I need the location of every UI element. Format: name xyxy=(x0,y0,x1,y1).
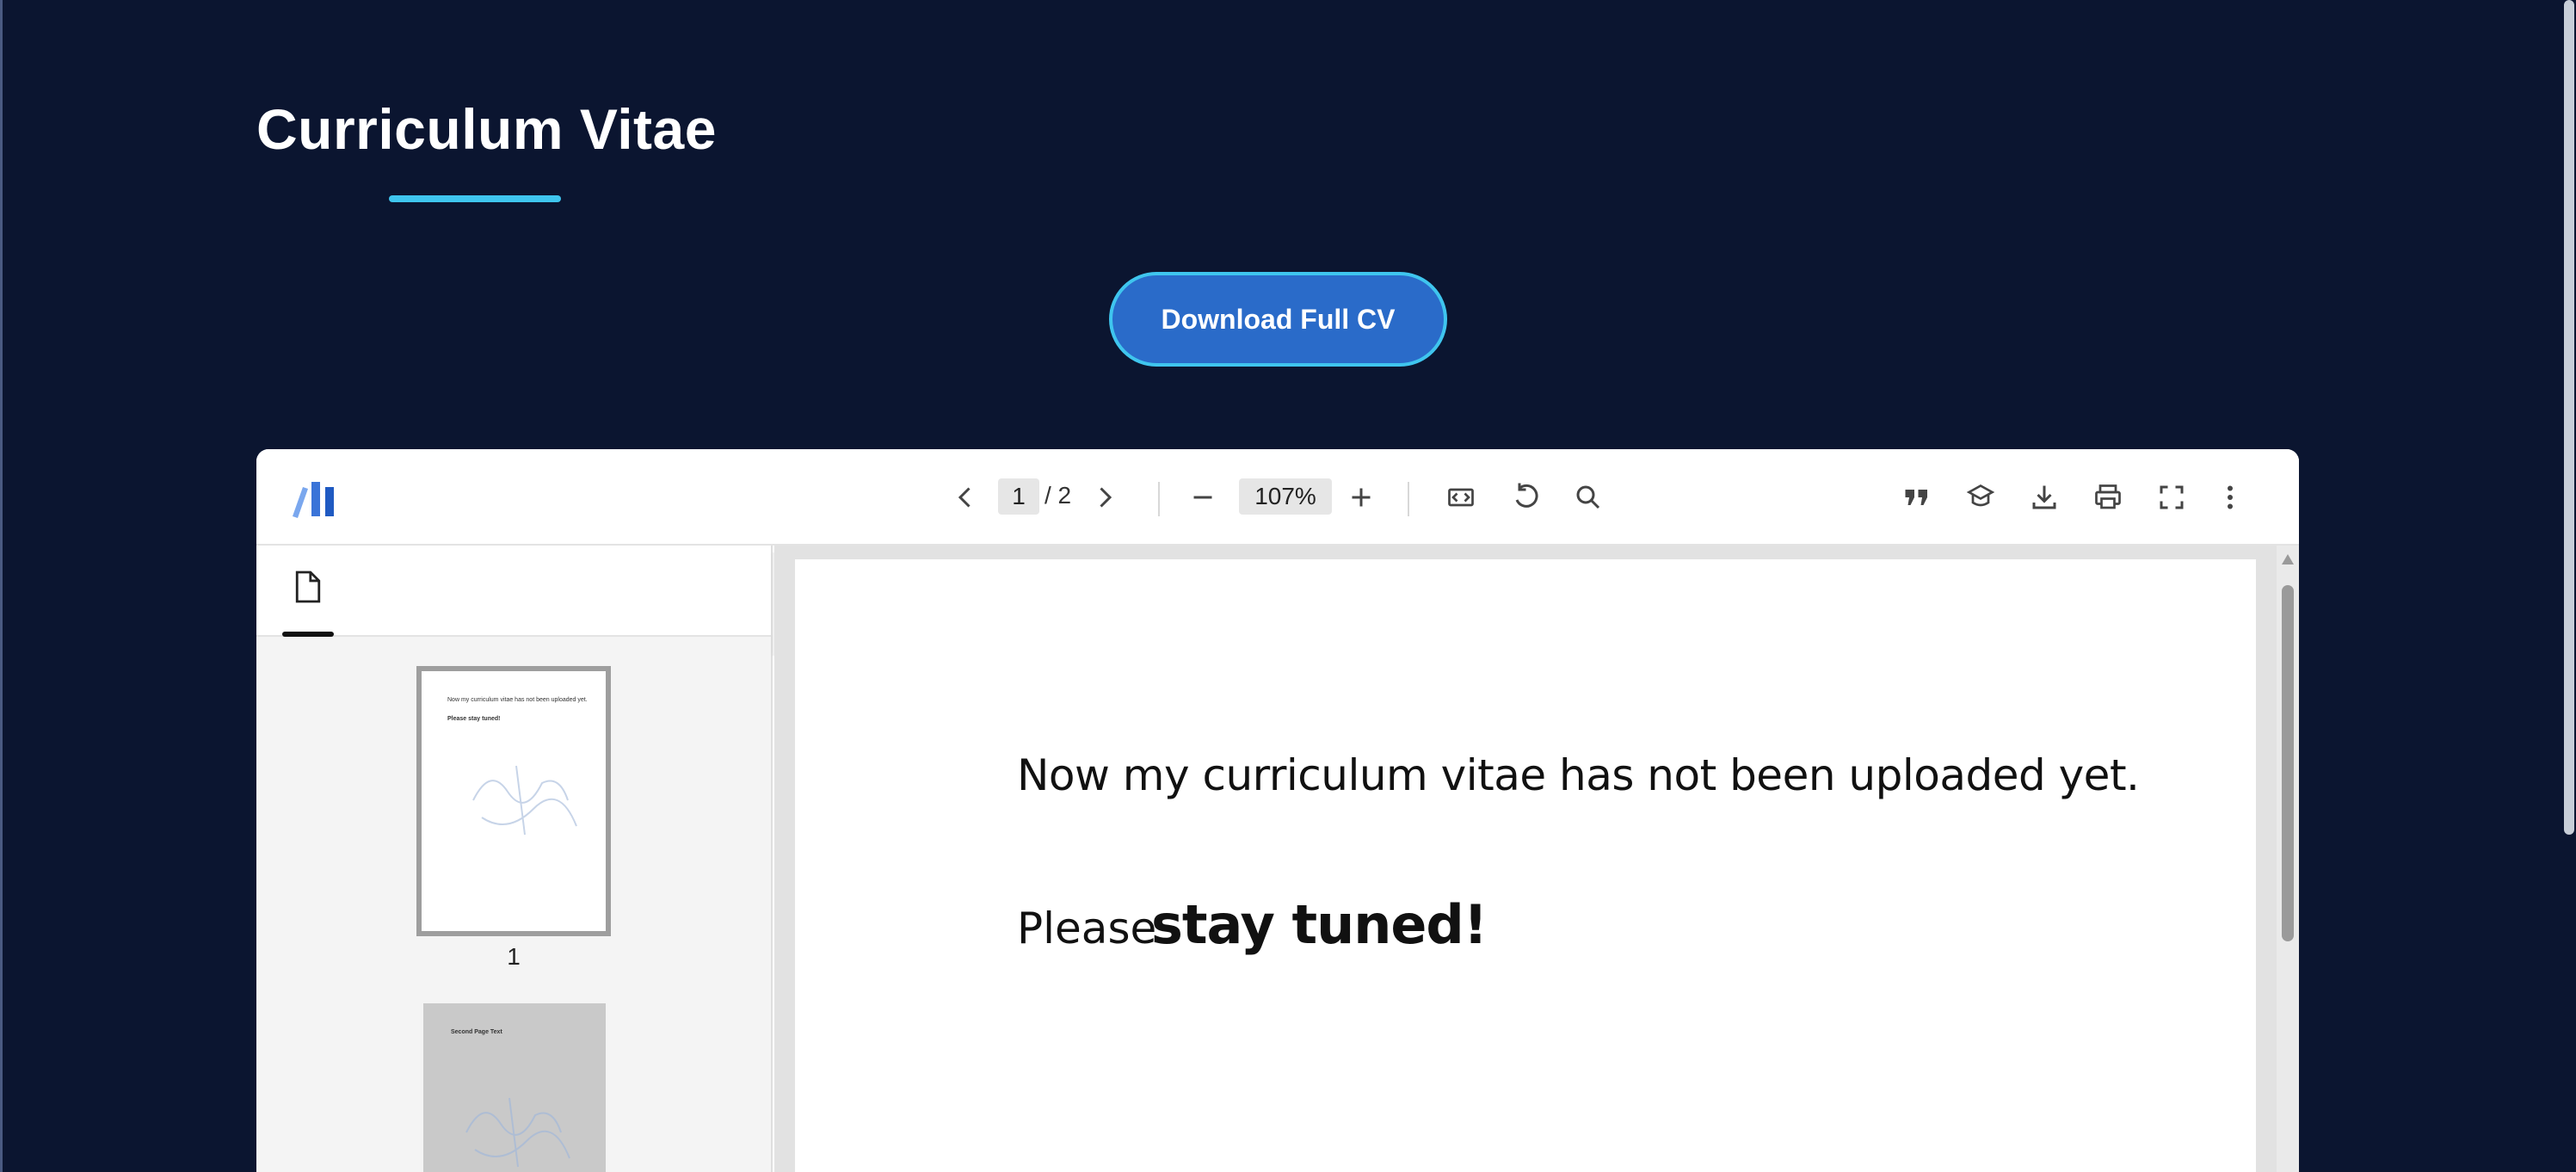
plus-icon[interactable] xyxy=(1340,477,1382,518)
quote-icon[interactable] xyxy=(1896,477,1938,518)
toolbar-divider xyxy=(1158,482,1160,516)
tab-active-indicator xyxy=(282,632,334,637)
thumb1-line1: Now my curriculum vitae has not been upl… xyxy=(447,697,588,703)
document-text-stay-tuned: stay tuned! xyxy=(1151,893,1488,956)
document-text-line1: Now my curriculum vitae has not been upl… xyxy=(1017,750,2140,800)
download-cv-button[interactable]: Download Full CV xyxy=(1109,272,1447,367)
page-thumbnail-1[interactable]: Now my curriculum vitae has not been upl… xyxy=(416,666,611,936)
browser-scrollbar[interactable] xyxy=(2554,0,2576,1172)
rotate-icon[interactable] xyxy=(1504,477,1545,518)
page-total: / 2 xyxy=(1045,482,1072,509)
thumb2-line1: Second Page Text xyxy=(451,1029,502,1035)
document-text-please: Please xyxy=(1017,904,1157,953)
document-area: Now my curriculum vitae has not been upl… xyxy=(774,546,2299,1172)
fullscreen-icon[interactable] xyxy=(2151,477,2192,518)
zoom-input[interactable] xyxy=(1239,478,1332,515)
toolbar-divider xyxy=(1408,482,1409,516)
signature-watermark xyxy=(472,765,577,836)
print-icon[interactable] xyxy=(2087,477,2129,518)
title-underline xyxy=(389,195,561,202)
fit-width-icon[interactable] xyxy=(1440,477,1482,518)
page-number-input[interactable] xyxy=(998,478,1039,515)
download-icon[interactable] xyxy=(2024,477,2065,518)
more-vertical-icon[interactable] xyxy=(2209,477,2251,518)
viewer-toolbar: / 2 xyxy=(256,449,2299,546)
document-page-1: Now my curriculum vitae has not been upl… xyxy=(795,559,2256,1172)
document-scrollbar[interactable] xyxy=(2277,546,2299,1172)
thumbnail-sidebar: Now my curriculum vitae has not been upl… xyxy=(256,546,773,1172)
search-icon[interactable] xyxy=(1568,477,1609,518)
tab-thumbnails[interactable] xyxy=(282,570,334,637)
sidebar-tabs xyxy=(256,546,771,637)
cite-icon[interactable] xyxy=(1960,477,2001,518)
page-title: Curriculum Vitae xyxy=(256,97,717,161)
viewer-logo xyxy=(293,482,334,518)
scroll-up-arrow-icon[interactable] xyxy=(2282,554,2294,564)
page-thumbnail-2[interactable]: Second Page Text xyxy=(423,1003,606,1172)
signature-watermark xyxy=(465,1097,570,1168)
thumbnail-page-label: 1 xyxy=(507,943,521,970)
chevron-right-icon[interactable] xyxy=(1084,477,1125,518)
pdf-viewer: / 2 xyxy=(256,449,2299,1172)
chevron-left-icon[interactable] xyxy=(945,477,986,518)
document-scrollbar-thumb[interactable] xyxy=(2282,585,2294,941)
browser-scrollbar-thumb[interactable] xyxy=(2564,0,2574,835)
minus-icon[interactable] xyxy=(1182,477,1223,518)
document-icon xyxy=(295,571,321,603)
thumb1-line2: Please stay tuned! xyxy=(447,716,501,722)
